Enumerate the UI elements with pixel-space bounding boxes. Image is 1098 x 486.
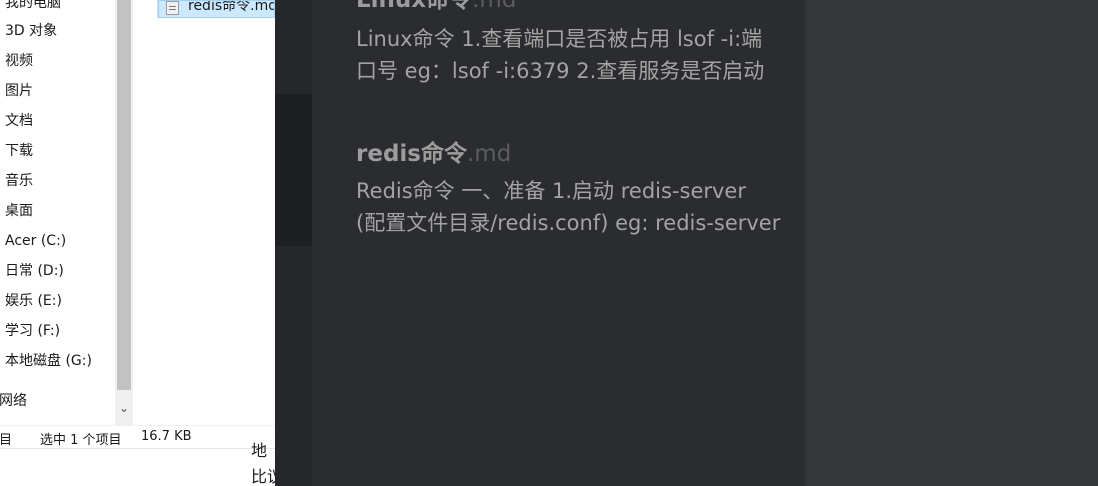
status-selection: 选中 1 个项目 (40, 433, 122, 448)
note-extension: .md (472, 0, 517, 13)
nav-item-drive-d[interactable]: 日常 (D:) (5, 262, 64, 280)
note-preview-line: Redis命令 一、准备 1.启动 redis-server (356, 179, 746, 203)
nav-item-drive-g[interactable]: 本地磁盘 (G:) (5, 352, 92, 370)
nav-item-3d-objects[interactable]: 3D 对象 (5, 22, 57, 40)
note-title-text: Linux命令 (356, 0, 473, 13)
nav-item-downloads[interactable]: 下载 (5, 142, 33, 160)
file-explorer-window: 我的电脑 3D 对象 视频 图片 文档 下载 音乐 桌面 Acer (C:) 日… (0, 0, 283, 486)
nav-item-drive-e[interactable]: 娱乐 (E:) (5, 292, 62, 310)
note-list: Linux命令.md Linux命令 1.查看端口是否被占用 lsof -i:端… (312, 0, 805, 486)
note-title[interactable]: Linux命令.md (356, 0, 516, 14)
note-extension: .md (466, 141, 512, 167)
nav-item-drive-c[interactable]: Acer (C:) (5, 232, 66, 250)
nav-item-this-pc[interactable]: 我的电脑 (5, 0, 61, 12)
nav-item-drive-f[interactable]: 学习 (F:) (5, 322, 60, 340)
nav-item-documents[interactable]: 文档 (5, 112, 33, 130)
file-name: redis命令.md (188, 0, 275, 14)
nav-scrollbar[interactable]: ⌄ (115, 0, 133, 425)
chevron-down-icon[interactable]: ⌄ (117, 400, 131, 416)
navigation-pane: 我的电脑 3D 对象 视频 图片 文档 下载 音乐 桌面 Acer (C:) 日… (0, 0, 115, 425)
nav-item-network[interactable]: 网络 (0, 392, 27, 410)
note-title-text: redis命令 (356, 141, 467, 167)
note-preview-line: (配置文件目录/redis.conf) eg: redis-server (356, 211, 781, 235)
nav-item-pictures[interactable]: 图片 (5, 82, 33, 100)
note-title[interactable]: redis命令.md (356, 134, 511, 168)
nav-item-desktop[interactable]: 桌面 (5, 202, 33, 220)
file-list-item-selected[interactable]: redis命令.md (158, 0, 275, 18)
editor-pane[interactable] (805, 0, 1098, 486)
sidebar-active-indicator (275, 94, 312, 246)
note-preview-line: Linux命令 1.查看端口是否被占用 lsof -i:端 (356, 27, 763, 51)
scrollbar-thumb[interactable] (117, 0, 131, 390)
nav-item-music[interactable]: 音乐 (5, 172, 33, 190)
nav-item-videos[interactable]: 视频 (5, 52, 33, 70)
screen: 我的电脑 3D 对象 视频 图片 文档 下载 音乐 桌面 Acer (C:) 日… (0, 0, 1098, 486)
note-preview-line: 口号 eg：lsof -i:6379 2.查看服务是否启动 (356, 59, 765, 83)
markdown-file-icon (166, 1, 179, 15)
status-item-count: 目 (0, 433, 13, 448)
status-size: 16.7 KB (141, 429, 192, 444)
background-text-line: 地 (251, 441, 268, 460)
background-window: 地 比议 (0, 441, 283, 486)
status-bar: 目 选中 1 个项目 16.7 KB (0, 425, 275, 448)
